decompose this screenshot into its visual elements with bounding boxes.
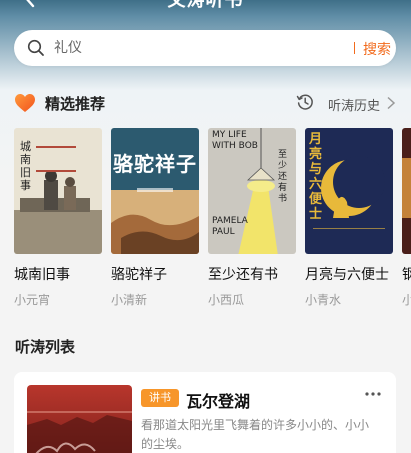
history-clock-icon — [296, 94, 313, 110]
book-cover-text: PAMELA — [212, 216, 248, 226]
book-reader: 小清新 — [111, 293, 148, 307]
category-badge: 讲书 — [141, 389, 179, 407]
book-title: 月亮与六便士 — [305, 267, 389, 283]
chevron-right-icon — [387, 96, 396, 110]
book-cover-text: MY LIFE — [212, 130, 247, 140]
book-item[interactable]: 城南旧事 城南旧事 小元宵 — [14, 128, 102, 313]
book-cover-text: 至少还有书 — [278, 150, 288, 204]
search-button[interactable]: 搜索 — [363, 39, 391, 59]
list-item[interactable]: 讲书 瓦尔登湖 看那道太阳光里飞舞着的许多小小的、小小的尘埃。 — [14, 372, 396, 453]
book-title: 城南旧事 — [14, 267, 70, 283]
book-cover-text: 城南旧事 — [20, 140, 31, 192]
book-reader: 小青水 — [305, 293, 342, 307]
book-cover: 月亮与六便士 — [305, 128, 393, 254]
recommend-title: 精选推荐 — [45, 95, 106, 113]
book-cover: MY LIFE WITH BOB PAMELA PAUL 至少还有书 — [208, 128, 296, 254]
book-item[interactable]: 骆驼祥子 骆驼祥子 小清新 — [111, 128, 199, 313]
list-section-title: 听涛列表 — [15, 338, 76, 356]
book-title: 至少还有书 — [208, 267, 278, 283]
search-divider — [354, 42, 355, 54]
book-title: 钢 — [402, 267, 411, 283]
book-title: 骆驼祥子 — [111, 267, 167, 283]
list-item-thumbnail — [27, 385, 132, 453]
search-input[interactable] — [54, 36, 334, 60]
book-cover — [402, 128, 411, 254]
history-button[interactable]: 听涛历史 — [296, 93, 396, 115]
page-title: 文涛听书 — [167, 0, 244, 11]
book-cover: 城南旧事 — [14, 128, 102, 254]
book-item[interactable]: 钢 小 — [402, 128, 411, 313]
book-reader: 小元宵 — [14, 293, 51, 307]
recommend-header: 精选推荐 听涛历史 — [14, 90, 396, 116]
recommended-books-list: 城南旧事 城南旧事 小元宵 骆驼祥子 骆驼祥子 小清新 MY LIFE WITH… — [14, 128, 411, 313]
search-icon — [27, 39, 44, 56]
book-item[interactable]: MY LIFE WITH BOB PAMELA PAUL 至少还有书 至少还有书… — [208, 128, 296, 313]
history-label: 听涛历史 — [327, 99, 380, 114]
book-item[interactable]: 月亮与六便士 月亮与六便士 小青水 — [305, 128, 393, 313]
search-bar: 搜索 — [14, 30, 396, 66]
top-bar: 文涛听书 — [0, 0, 411, 16]
book-cover-text: PAUL — [212, 227, 235, 237]
list-item-description: 看那道太阳光里飞舞着的许多小小的、小小的尘埃。 — [141, 418, 370, 451]
book-reader: 小 — [402, 293, 411, 307]
book-cover: 骆驼祥子 — [111, 128, 199, 254]
book-cover-text: 月亮与六便士 — [309, 132, 323, 222]
book-reader: 小西瓜 — [208, 293, 245, 307]
book-cover-text: WITH BOB — [212, 141, 258, 151]
list-item-title: 瓦尔登湖 — [186, 392, 251, 411]
more-options-icon[interactable] — [364, 386, 382, 402]
heart-icon — [15, 94, 35, 112]
book-cover-text: 骆驼祥子 — [113, 152, 197, 176]
